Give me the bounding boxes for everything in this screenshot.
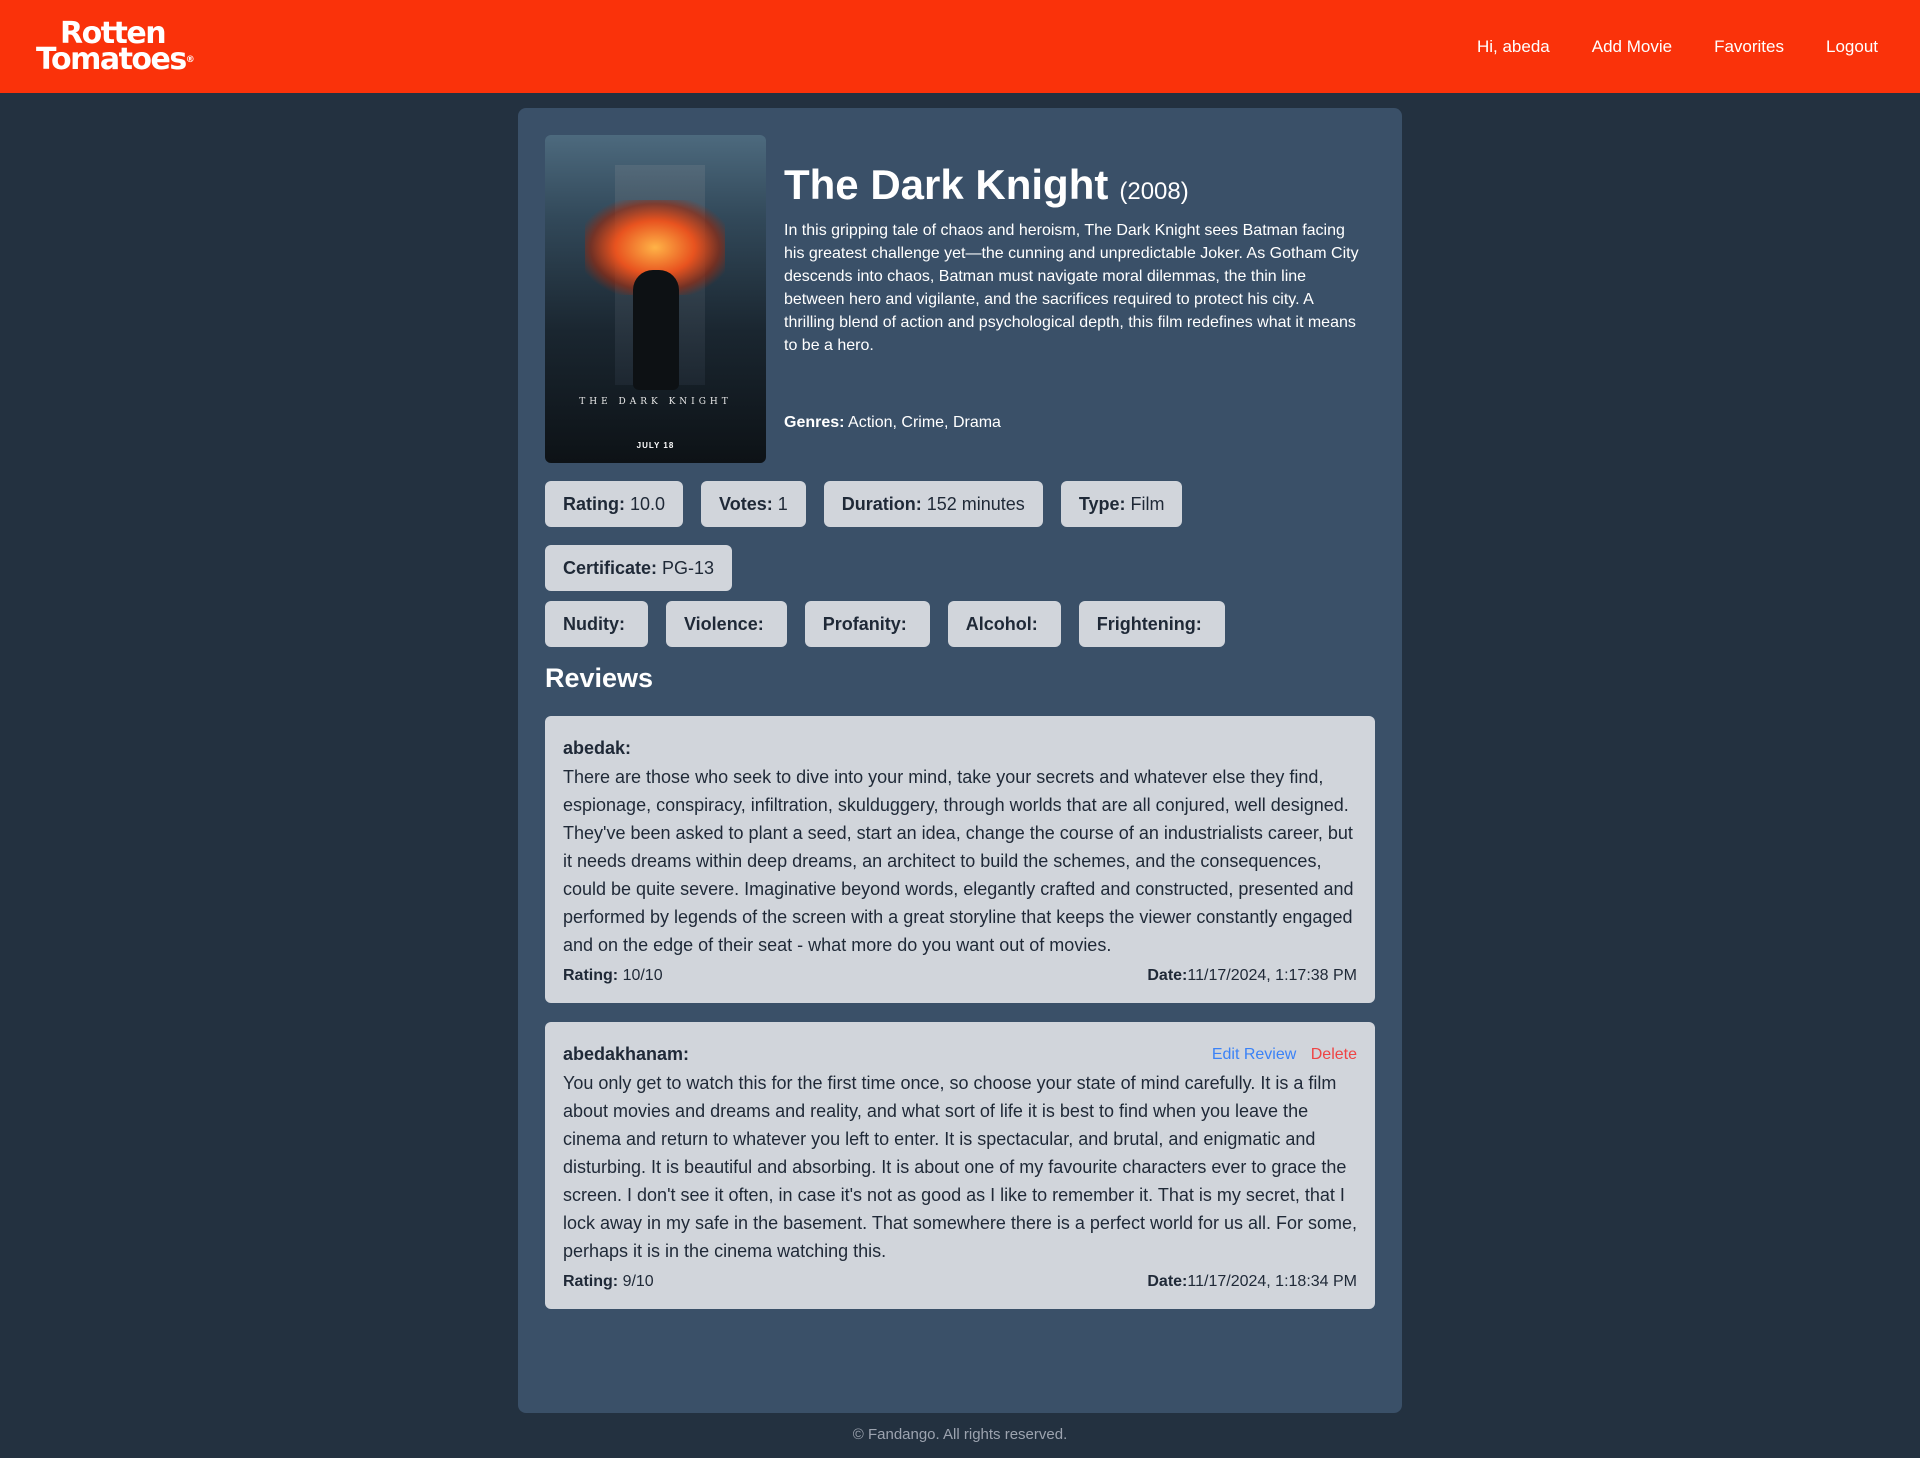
advisory-frightening: Frightening: [1078,601,1225,647]
review-card: abedakhanam: Edit Review Delete You only… [545,1022,1375,1310]
review-rating-label: Rating: [563,1273,619,1291]
stat-type-label: Type: [1078,493,1126,514]
advisory-alcohol: Alcohol: [947,601,1061,647]
genres-label: Genres: [784,414,845,431]
review-date: Date:11/17/2024, 1:18:34 PM [1147,1273,1357,1291]
logo-registered-mark: ® [185,54,195,65]
movie-stats: Rating: 10.0 Votes: 1 Duration: 152 minu… [545,481,1375,591]
movie-detail-card: THE DARK KNIGHT JULY 18 The Dark Knight … [518,108,1402,1413]
review-author: abedak: [563,738,632,759]
review-date-value: 11/17/2024, 1:17:38 PM [1187,967,1357,985]
stat-rating: Rating: 10.0 [545,481,684,527]
review-header: abedakhanam: Edit Review Delete [563,1044,1357,1065]
review-card: abedak: There are those who seek to dive… [545,716,1375,1004]
advisory-profanity: Profanity: [804,601,930,647]
review-date-value: 11/17/2024, 1:18:34 PM [1187,1273,1357,1291]
review-footer: Rating: 9/10 Date:11/17/2024, 1:18:34 PM [563,1273,1357,1291]
stat-duration: Duration: 152 minutes [823,481,1043,527]
review-footer: Rating: 10/10 Date:11/17/2024, 1:17:38 P… [563,967,1357,985]
review-text: You only get to watch this for the first… [563,1073,1358,1262]
review-rating: Rating: 10/10 [563,967,663,985]
stat-votes: Votes: 1 [701,481,806,527]
advisory-violence-label: Violence: [684,613,764,634]
nav-add-movie-link[interactable]: Add Movie [1592,37,1672,57]
content-advisories: Nudity: Violence: Profanity: Alcohol: Fr… [545,601,1375,647]
review-rating-value: 10/10 [622,967,663,985]
stat-rating-value: 10.0 [630,493,666,514]
review-date-label: Date: [1147,967,1188,985]
stat-duration-value: 152 minutes [926,493,1025,514]
advisory-violence: Violence: [666,601,787,647]
stat-certificate-label: Certificate: [563,557,658,578]
movie-title: The Dark Knight [784,161,1109,208]
reviews-heading: Reviews [545,663,654,693]
logo-line-2: Tomatoes® [36,44,195,74]
movie-header: THE DARK KNIGHT JULY 18 The Dark Knight … [545,135,1375,463]
rotten-tomatoes-logo[interactable]: Rotten Tomatoes® [36,18,195,74]
poster-release-date: JULY 18 [636,441,675,450]
stat-certificate: Certificate: PG-13 [545,545,733,591]
poster-title: THE DARK KNIGHT [579,397,732,407]
review-text: There are those who seek to dive into yo… [563,767,1354,956]
genres-value: Action, Crime, Drama [848,414,1001,431]
movie-description: In this gripping tale of chaos and heroi… [784,222,1359,354]
advisory-nudity-label: Nudity: [563,613,625,634]
nav-links: Hi, abeda Add Movie Favorites Logout [1477,37,1878,57]
delete-review-link[interactable]: Delete [1311,1046,1357,1063]
review-header: abedak: [563,738,1357,759]
edit-review-link[interactable]: Edit Review [1212,1046,1296,1063]
movie-year: (2008) [1119,178,1189,205]
advisory-profanity-label: Profanity: [822,613,907,634]
advisory-nudity: Nudity: [545,601,648,647]
nav-greeting-link[interactable]: Hi, abeda [1477,37,1550,57]
review-date-label: Date: [1147,1273,1188,1291]
review-actions: Edit Review Delete [1212,1046,1357,1064]
review-rating: Rating: 9/10 [563,1273,654,1291]
nav-logout-link[interactable]: Logout [1826,37,1878,57]
movie-poster: THE DARK KNIGHT JULY 18 [545,135,766,463]
stat-duration-label: Duration: [841,493,922,514]
stat-votes-value: 1 [777,493,788,514]
stat-type-value: Film [1130,493,1165,514]
nav-favorites-link[interactable]: Favorites [1714,37,1784,57]
review-rating-label: Rating: [563,967,619,985]
logo-line-2-text: Tomatoes [36,41,187,77]
poster-batman-figure [633,270,679,390]
page-footer: © Fandango. All rights reserved. [852,1426,1068,1443]
movie-info: The Dark Knight (2008) In this gripping … [784,135,1375,463]
title-line: The Dark Knight (2008) [784,161,1375,209]
advisory-alcohol-label: Alcohol: [965,613,1038,634]
movie-genres: Genres: Action, Crime, Drama [784,414,1375,432]
stat-rating-label: Rating: [563,493,625,514]
stat-certificate-value: PG-13 [662,557,715,578]
top-navbar: Rotten Tomatoes® Hi, abeda Add Movie Fav… [0,0,1920,93]
review-author: abedakhanam: [563,1044,690,1065]
advisory-frightening-label: Frightening: [1096,613,1202,634]
review-date: Date:11/17/2024, 1:17:38 PM [1147,967,1357,985]
review-rating-value: 9/10 [622,1273,654,1291]
stat-type: Type: Film [1060,481,1183,527]
stat-votes-label: Votes: [719,493,773,514]
